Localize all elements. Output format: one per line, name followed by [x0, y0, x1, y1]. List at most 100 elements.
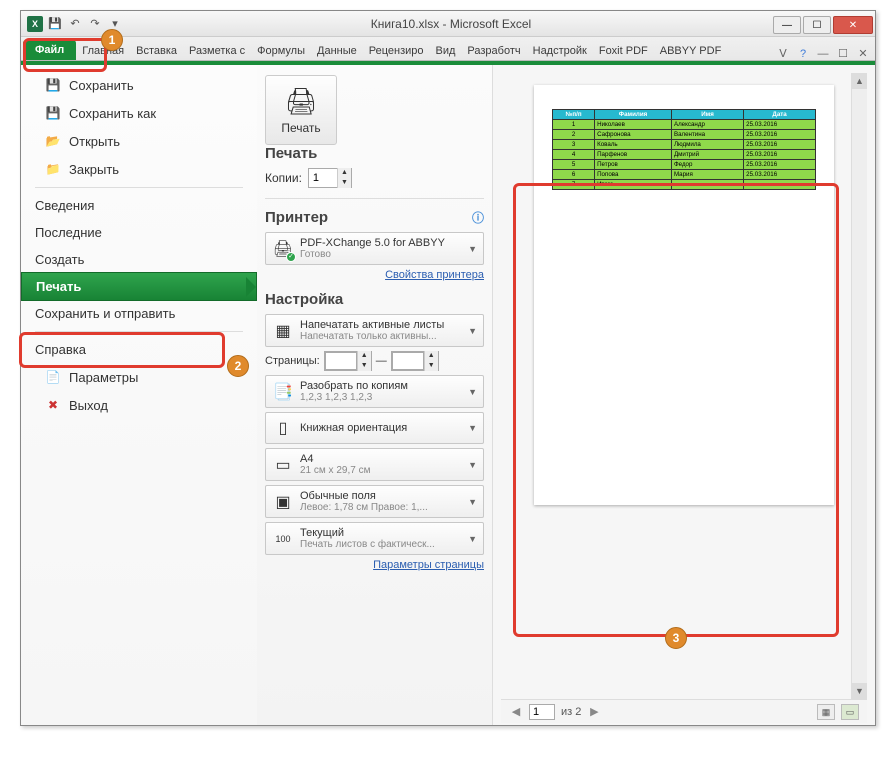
open-icon: 📂 — [45, 133, 61, 149]
collate-selector[interactable]: 📑 Разобрать по копиям 1,2,3 1,2,3 1,2,3 … — [265, 375, 484, 408]
sidebar-item-print[interactable]: Печать — [21, 272, 257, 301]
sidebar-item-close[interactable]: 📁Закрыть — [21, 155, 257, 183]
sidebar-item-label: Сохранить — [69, 78, 134, 93]
minimize-button[interactable]: — — [773, 16, 801, 34]
doc-minimize-icon[interactable]: — — [815, 48, 831, 60]
sidebar-item-new[interactable]: Создать — [21, 246, 257, 273]
orientation-label: Книжная ориентация — [300, 422, 462, 434]
orientation-selector[interactable]: ▯ Книжная ориентация ▼ — [265, 412, 484, 444]
sidebar-item-exit[interactable]: ✖Выход — [21, 391, 257, 419]
tab-abbyy[interactable]: ABBYY PDF — [654, 41, 728, 60]
table-cell: Валентина — [671, 130, 743, 140]
vertical-scrollbar[interactable]: ▲ ▼ — [851, 73, 867, 699]
tab-review[interactable]: Рецензиро — [363, 41, 430, 60]
scroll-down-icon[interactable]: ▼ — [852, 683, 867, 699]
scaling-icon: 100 — [272, 528, 294, 550]
margins-label: Обычные поля — [300, 490, 462, 502]
excel-logo-icon: X — [27, 16, 43, 32]
sidebar-item-label: Сохранить как — [69, 106, 156, 121]
table-cell: Петров — [595, 160, 672, 170]
doc-close-icon[interactable]: ✕ — [855, 47, 871, 60]
chevron-down-icon: ▼ — [468, 423, 477, 433]
page-from-input[interactable] — [325, 352, 357, 370]
spinner-up-icon[interactable]: ▲ — [424, 351, 438, 361]
chevron-down-icon: ▼ — [468, 326, 477, 336]
save-icon[interactable]: 💾 — [47, 16, 63, 32]
tab-view[interactable]: Вид — [430, 41, 462, 60]
save-icon: 💾 — [45, 77, 61, 93]
page-from[interactable]: ▲▼ — [324, 351, 372, 371]
sidebar-item-label: Сохранить и отправить — [35, 306, 175, 321]
tab-addins[interactable]: Надстройк — [527, 41, 593, 60]
saveas-icon: 💾 — [45, 105, 61, 121]
tab-formulas[interactable]: Формулы — [251, 41, 311, 60]
spinner-down-icon[interactable]: ▼ — [357, 361, 371, 371]
print-what-sub: Напечатать только активны... — [300, 331, 462, 342]
table-row: 4ПарфеновДмитрий25.03.2016 — [553, 150, 816, 160]
page-to-input[interactable] — [392, 352, 424, 370]
callout-print-item — [19, 332, 225, 368]
ribbon-dropdown-icon[interactable]: ᐯ — [775, 47, 791, 60]
sidebar-item-recent[interactable]: Последние — [21, 219, 257, 246]
sidebar-item-save[interactable]: 💾 Сохранить — [21, 71, 257, 99]
table-header: №п/п — [553, 110, 595, 120]
page-to[interactable]: ▲▼ — [391, 351, 439, 371]
help-icon[interactable]: ? — [795, 48, 811, 60]
nav-prev-icon[interactable]: ◀ — [509, 705, 523, 718]
page-setup-link[interactable]: Параметры страницы — [265, 559, 484, 571]
margins-selector[interactable]: ▣ Обычные поля Левое: 1,78 см Правое: 1,… — [265, 485, 484, 518]
info-icon[interactable]: ⓘ — [472, 209, 484, 226]
chevron-down-icon: ▼ — [468, 497, 477, 507]
maximize-button[interactable]: ☐ — [803, 16, 831, 34]
sidebar-item-open[interactable]: 📂 Открыть — [21, 127, 257, 155]
table-cell: Дмитрий — [671, 150, 743, 160]
undo-icon[interactable]: ↶ — [67, 16, 83, 32]
scaling-selector[interactable]: 100 Текущий Печать листов с фактическ...… — [265, 522, 484, 555]
print-button[interactable]: 🖨 Печать — [265, 75, 337, 145]
doc-restore-icon[interactable]: ☐ — [835, 47, 851, 60]
table-cell: Попова — [595, 170, 672, 180]
spinner-down-icon[interactable]: ▼ — [424, 361, 438, 371]
close-button[interactable]: ✕ — [833, 16, 873, 34]
spinner-down-icon[interactable]: ▼ — [337, 178, 351, 188]
zoom-page-icon[interactable]: ▭ — [841, 704, 859, 720]
backstage-sidebar: 💾 Сохранить 💾 Сохранить как 📂 Открыть 📁Закр… — [21, 65, 257, 725]
paper-size-selector[interactable]: ▭ A4 21 см x 29,7 см ▼ — [265, 448, 484, 481]
printer-status: Готово — [300, 249, 462, 260]
page-navigation: ◀ из 2 ▶ ▦ ▭ — [501, 699, 867, 723]
copies-input[interactable] — [309, 172, 337, 184]
sidebar-item-info[interactable]: Сведения — [21, 192, 257, 219]
chevron-down-icon: ▼ — [468, 534, 477, 544]
pages-dash: — — [376, 355, 387, 367]
spinner-up-icon[interactable]: ▲ — [337, 168, 351, 178]
chevron-down-icon: ▼ — [468, 460, 477, 470]
sidebar-item-label: Открыть — [69, 134, 120, 149]
table-cell: 25.03.2016 — [744, 140, 816, 150]
current-page-input[interactable] — [529, 704, 555, 720]
tab-data[interactable]: Данные — [311, 41, 363, 60]
redo-icon[interactable]: ↷ — [87, 16, 103, 32]
printer-properties-link[interactable]: Свойства принтера — [265, 269, 484, 281]
print-what-label: Напечатать активные листы — [300, 319, 462, 331]
table-cell: Александр — [671, 120, 743, 130]
sidebar-item-saveas[interactable]: 💾 Сохранить как — [21, 99, 257, 127]
spinner-up-icon[interactable]: ▲ — [357, 351, 371, 361]
copies-spinner[interactable]: ▲ ▼ — [308, 168, 352, 188]
table-cell: 4 — [553, 150, 595, 160]
tab-insert[interactable]: Вставка — [130, 41, 183, 60]
printer-selector[interactable]: 🖨✓ PDF-XChange 5.0 for ABBYY Готово ▼ — [265, 232, 484, 265]
show-margins-icon[interactable]: ▦ — [817, 704, 835, 720]
margins-icon: ▣ — [272, 491, 294, 513]
sidebar-item-send[interactable]: Сохранить и отправить — [21, 300, 257, 327]
tab-developer[interactable]: Разработч — [461, 41, 526, 60]
table-cell: 25.03.2016 — [744, 150, 816, 160]
scroll-up-icon[interactable]: ▲ — [852, 73, 867, 89]
table-cell: 25.03.2016 — [744, 120, 816, 130]
print-what-selector[interactable]: ▦ Напечатать активные листы Напечатать т… — [265, 314, 484, 347]
callout-file-tab — [23, 38, 107, 72]
tab-foxit[interactable]: Foxit PDF — [593, 41, 654, 60]
settings-heading: Настройка — [265, 291, 484, 308]
paper-icon: ▭ — [272, 454, 294, 476]
nav-next-icon[interactable]: ▶ — [587, 705, 601, 718]
tab-page-layout[interactable]: Разметка с — [183, 41, 251, 60]
